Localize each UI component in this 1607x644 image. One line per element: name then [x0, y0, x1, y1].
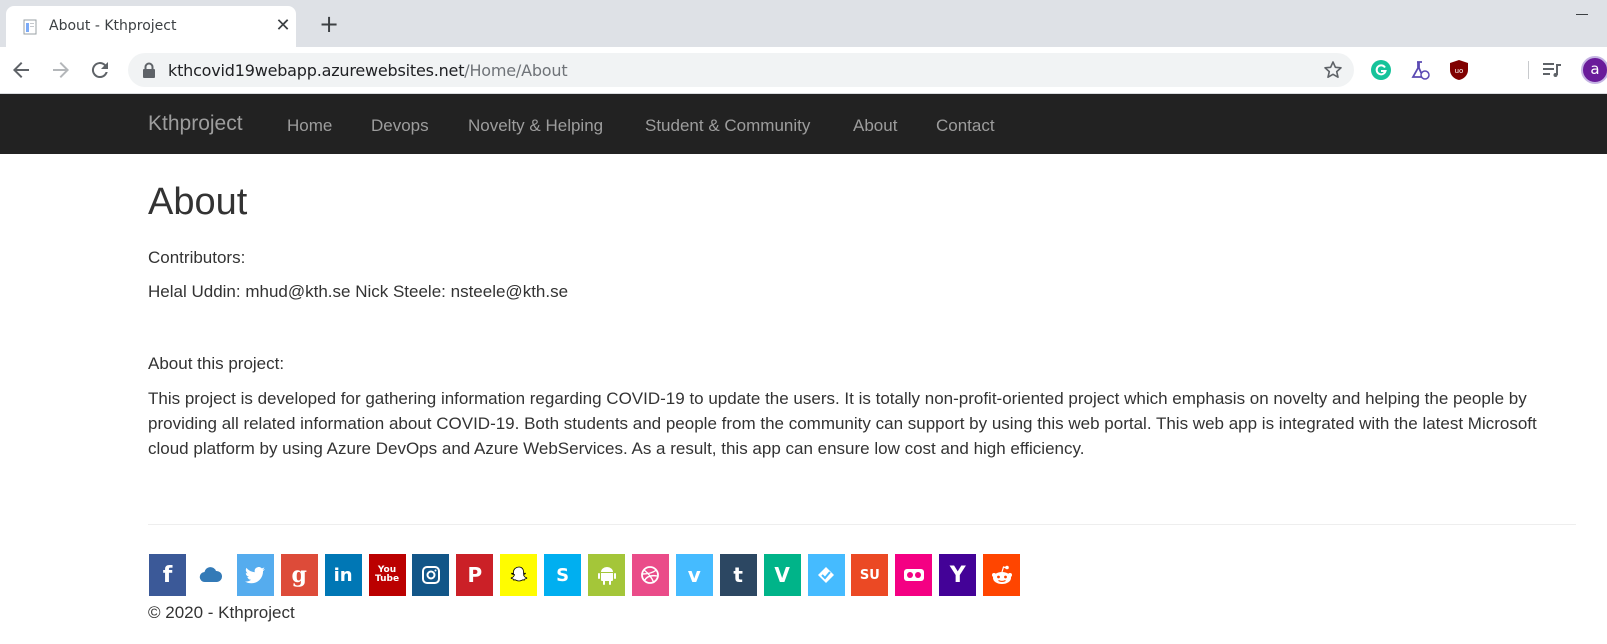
- page-title: About: [148, 181, 248, 223]
- pinterest-icon[interactable]: P: [456, 554, 494, 596]
- yahoo-icon[interactable]: Y: [939, 554, 977, 596]
- linkedin-icon[interactable]: in: [324, 554, 362, 596]
- url-path: /Home/About: [464, 61, 568, 80]
- flickr-icon[interactable]: [895, 554, 933, 596]
- url-host: kthcovid19webapp.azurewebsites.net: [168, 61, 465, 80]
- contributors-label: Contributors:: [148, 248, 246, 267]
- android-icon[interactable]: [588, 554, 625, 596]
- facebook-icon[interactable]: f: [149, 554, 186, 596]
- twitter-icon[interactable]: [236, 554, 274, 596]
- footer-divider: [148, 524, 1576, 525]
- vimeo-icon[interactable]: v: [675, 554, 713, 596]
- reddit-icon[interactable]: [983, 554, 1021, 596]
- browser-tab[interactable]: About - Kthproject ✕: [6, 6, 296, 47]
- window-minimize-icon[interactable]: [1574, 6, 1592, 20]
- toolbar-separator: [1528, 61, 1529, 79]
- site-brand[interactable]: Kthproject: [148, 112, 243, 136]
- about-project-label: About this project:: [148, 354, 285, 373]
- nav-link-novelty-helping[interactable]: Novelty & Helping: [468, 116, 603, 136]
- media-queue-icon[interactable]: [1541, 59, 1563, 81]
- nav-link-contact[interactable]: Contact: [936, 116, 995, 136]
- nav-link-student-community[interactable]: Student & Community: [645, 116, 810, 136]
- reload-icon[interactable]: [88, 58, 112, 82]
- svg-text:uo: uo: [1455, 67, 1464, 75]
- browser-toolbar: kthcovid19webapp.azurewebsites.net/Home/…: [0, 47, 1607, 94]
- url-text: kthcovid19webapp.azurewebsites.net/Home/…: [168, 61, 568, 80]
- browser-tabstrip: About - Kthproject ✕ +: [0, 0, 1607, 47]
- back-arrow-icon[interactable]: [9, 58, 33, 82]
- contributors-list: Helal Uddin: mhud@kth.se Nick Steele: ns…: [148, 282, 569, 301]
- instagram-icon[interactable]: [412, 554, 450, 596]
- grammarly-icon[interactable]: [1370, 59, 1392, 81]
- foursquare-icon[interactable]: [807, 554, 845, 596]
- cloud-icon[interactable]: [192, 554, 230, 596]
- labs-flask-icon[interactable]: [1409, 59, 1431, 81]
- ublock-icon[interactable]: uo: [1448, 59, 1470, 81]
- nav-link-home[interactable]: Home: [287, 116, 332, 136]
- snapchat-icon[interactable]: [500, 554, 538, 596]
- copyright-text: © 2020 - Kthproject: [148, 603, 295, 622]
- google-plus-icon[interactable]: g: [280, 554, 318, 596]
- stumbleupon-icon[interactable]: SU: [851, 554, 889, 596]
- tab-close-icon[interactable]: ✕: [272, 15, 294, 37]
- nav-link-devops[interactable]: Devops: [371, 116, 429, 136]
- profile-avatar[interactable]: a: [1581, 56, 1607, 84]
- tumblr-icon[interactable]: t: [719, 554, 757, 596]
- skype-icon[interactable]: S: [544, 554, 582, 596]
- site-navbar: Kthproject Home Devops Novelty & Helping…: [0, 94, 1607, 154]
- vine-icon[interactable]: V: [763, 554, 801, 596]
- tab-title: About - Kthproject: [49, 18, 177, 34]
- youtube-icon[interactable]: You Tube: [368, 554, 406, 596]
- address-bar[interactable]: kthcovid19webapp.azurewebsites.net/Home/…: [128, 53, 1354, 87]
- lock-icon[interactable]: [142, 62, 156, 78]
- new-tab-button[interactable]: +: [319, 12, 339, 36]
- forward-arrow-icon[interactable]: [49, 58, 73, 82]
- bookmark-star-icon[interactable]: [1323, 60, 1343, 80]
- dribbble-icon[interactable]: [631, 554, 669, 596]
- project-description: This project is developed for gathering …: [148, 389, 1537, 458]
- page-favicon-icon: [22, 19, 38, 35]
- nav-link-about[interactable]: About: [853, 116, 897, 136]
